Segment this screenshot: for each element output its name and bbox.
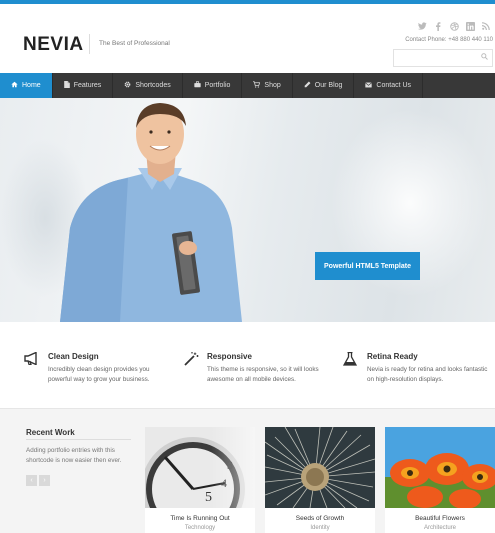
briefcase-icon — [194, 81, 201, 90]
chevron-right-icon[interactable]: › — [39, 475, 50, 486]
pencil-icon — [304, 81, 311, 90]
home-icon — [11, 81, 18, 90]
nav-label: Shop — [264, 82, 281, 89]
recent-work-section: Recent Work Adding portfolio entries wit… — [0, 408, 495, 533]
recent-work-text: Adding portfolio entries with this short… — [26, 447, 122, 464]
nav-item-our-blog[interactable]: Our Blog — [293, 73, 355, 98]
recent-work-title: Recent Work — [26, 428, 75, 437]
nav-label: Shortcodes — [135, 82, 171, 89]
portfolio-category: Identity — [310, 525, 330, 531]
feature-text: Nevia is ready for retina and looks fant… — [367, 366, 488, 383]
nav-label: Home — [22, 82, 41, 89]
main-navigation: Home Features Shortcodes Portfolio Shop … — [0, 73, 495, 98]
portfolio-category: Architecture — [423, 525, 456, 531]
portfolio-title[interactable]: Time Is Running Out — [145, 515, 255, 522]
portfolio-category: Technology — [184, 525, 216, 531]
site-logo[interactable]: NEVIA — [23, 34, 84, 56]
logo-divider — [89, 34, 90, 54]
hero-person-image — [60, 103, 242, 322]
search-input[interactable] — [394, 54, 478, 70]
portfolio-title[interactable]: Seeds of Growth — [265, 515, 375, 522]
search-box[interactable] — [393, 49, 493, 70]
carousel-arrows: ‹ › — [26, 475, 50, 486]
megaphone-icon — [24, 351, 40, 366]
linkedin-icon[interactable] — [465, 21, 475, 31]
portfolio-title[interactable]: Beautiful Flowers — [385, 515, 495, 522]
recent-work-divider — [26, 439, 131, 440]
facebook-icon[interactable] — [433, 21, 443, 31]
nav-label: Our Blog — [314, 82, 343, 89]
portfolio-item[interactable]: 5 4 3 Time Is Running Out Technology — [145, 427, 255, 533]
features-section: Clean Design Incredibly clean design pro… — [0, 322, 495, 408]
dribbble-icon[interactable] — [449, 21, 459, 31]
feature-title: Clean Design — [48, 352, 99, 361]
hero-slider: Powerful HTML5 Template — [0, 98, 495, 322]
rss-icon[interactable] — [481, 21, 491, 31]
site-header: NEVIA The Best of Professional Contact P… — [0, 4, 495, 73]
nav-label: Portfolio — [204, 82, 231, 89]
cart-icon — [253, 81, 261, 90]
nav-item-shortcodes[interactable]: Shortcodes — [113, 73, 183, 98]
magic-wand-icon — [183, 352, 199, 366]
flask-icon — [342, 351, 359, 366]
nav-item-contact-us[interactable]: Contact Us — [354, 73, 424, 98]
social-links — [417, 21, 491, 31]
chevron-left-icon[interactable]: ‹ — [26, 475, 37, 486]
search-icon[interactable] — [481, 53, 488, 62]
feature-text: This theme is responsive, so it will loo… — [207, 366, 319, 383]
portfolio-image-clock[interactable]: 5 4 3 — [145, 427, 255, 508]
nav-label: Features — [73, 82, 102, 89]
envelope-icon — [365, 81, 373, 90]
site-tagline: The Best of Professional — [99, 40, 170, 47]
feature-title: Responsive — [207, 352, 252, 361]
gear-icon — [124, 81, 131, 90]
nav-item-shop[interactable]: Shop — [242, 73, 293, 98]
page-icon — [63, 81, 70, 90]
nav-item-home[interactable]: Home — [0, 73, 53, 98]
feature-title: Retina Ready — [367, 352, 418, 361]
portfolio-item[interactable]: Seeds of Growth Identity — [265, 427, 375, 533]
twitter-icon[interactable] — [417, 21, 427, 31]
portfolio-item[interactable]: Beautiful Flowers Architecture — [385, 427, 495, 533]
portfolio-image-flowers[interactable] — [385, 427, 495, 508]
portfolio-image-dandelion[interactable] — [265, 427, 375, 508]
hero-cta-button[interactable]: Powerful HTML5 Template — [315, 252, 420, 280]
feature-text: Incredibly clean design provides you pow… — [48, 366, 150, 383]
contact-phone: Contact Phone: +48 880 440 110 — [405, 37, 493, 43]
nav-item-features[interactable]: Features — [53, 73, 114, 98]
nav-item-portfolio[interactable]: Portfolio — [183, 73, 243, 98]
nav-label: Contact Us — [376, 82, 412, 89]
